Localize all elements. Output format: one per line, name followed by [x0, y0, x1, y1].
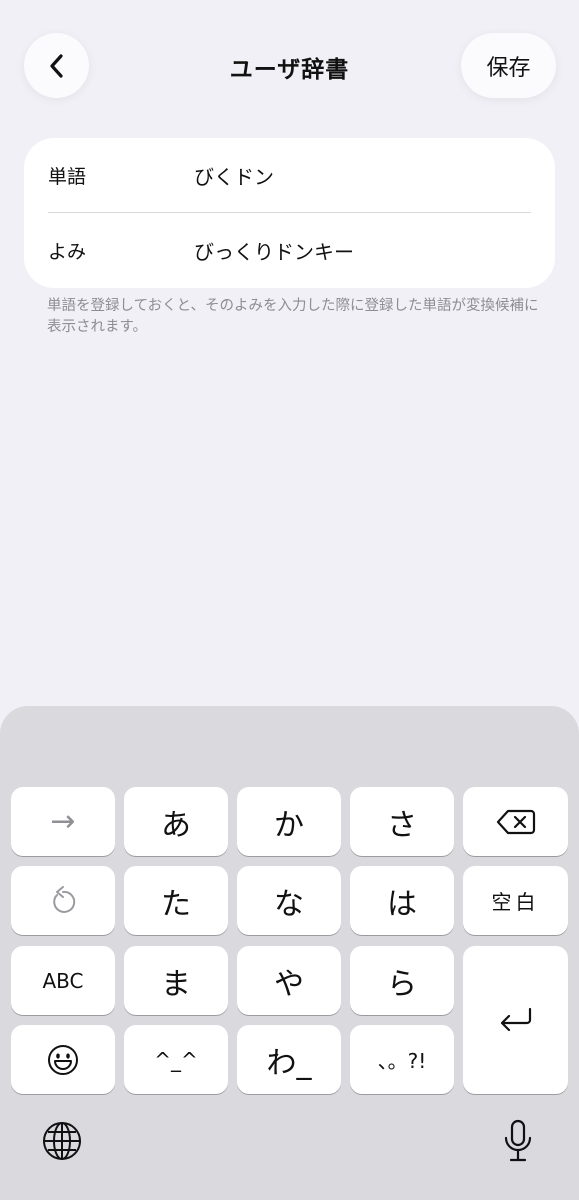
key-ha[interactable]: は: [350, 866, 454, 935]
globe-icon[interactable]: [40, 1119, 84, 1163]
key-arrow-right[interactable]: →: [11, 787, 115, 856]
emoji-key[interactable]: [11, 1025, 115, 1094]
undo-icon: [48, 885, 78, 916]
reading-label: よみ: [48, 240, 87, 263]
user-dictionary-screen: ユーザ辞書 保存 単語 びくドン よみ びっくりドンキー 単語を登録しておくと、…: [0, 0, 579, 1200]
backspace-key[interactable]: [463, 787, 568, 856]
help-note: 単語を登録しておくと、そのよみを入力した際に登録した単語が変換候補に表示されます…: [47, 298, 539, 335]
key-a[interactable]: あ: [124, 787, 228, 856]
reading-field[interactable]: びっくりドンキー: [194, 236, 354, 265]
abc-key[interactable]: ABC: [11, 946, 115, 1015]
save-button[interactable]: 保存: [461, 33, 556, 98]
japanese-keyboard: → あ か さ た な は 空白 ABC ま や ら ^_^ わ_ 、。?!: [0, 706, 579, 1200]
entry-form-card: 単語 びくドン よみ びっくりドンキー: [24, 138, 555, 288]
backspace-icon: [496, 808, 536, 836]
key-ya[interactable]: や: [237, 946, 341, 1015]
return-key[interactable]: [463, 946, 568, 1094]
key-ra[interactable]: ら: [350, 946, 454, 1015]
key-na[interactable]: な: [237, 866, 341, 935]
key-wa[interactable]: わ_: [237, 1025, 341, 1094]
microphone-icon[interactable]: [496, 1117, 540, 1165]
word-row[interactable]: 単語 びくドン: [24, 138, 555, 212]
space-key[interactable]: 空白: [463, 866, 568, 935]
word-label: 単語: [48, 165, 87, 188]
key-ka[interactable]: か: [237, 787, 341, 856]
punctuation-key[interactable]: 、。?!: [350, 1025, 454, 1094]
key-ma[interactable]: ま: [124, 946, 228, 1015]
key-sa[interactable]: さ: [350, 787, 454, 856]
kaomoji-key[interactable]: ^_^: [124, 1025, 228, 1094]
return-icon: [498, 1006, 534, 1034]
undo-key[interactable]: [11, 866, 115, 935]
emoji-icon: [46, 1043, 80, 1077]
key-ta[interactable]: た: [124, 866, 228, 935]
reading-row[interactable]: よみ びっくりドンキー: [24, 213, 555, 287]
word-field[interactable]: びくドン: [194, 161, 274, 190]
